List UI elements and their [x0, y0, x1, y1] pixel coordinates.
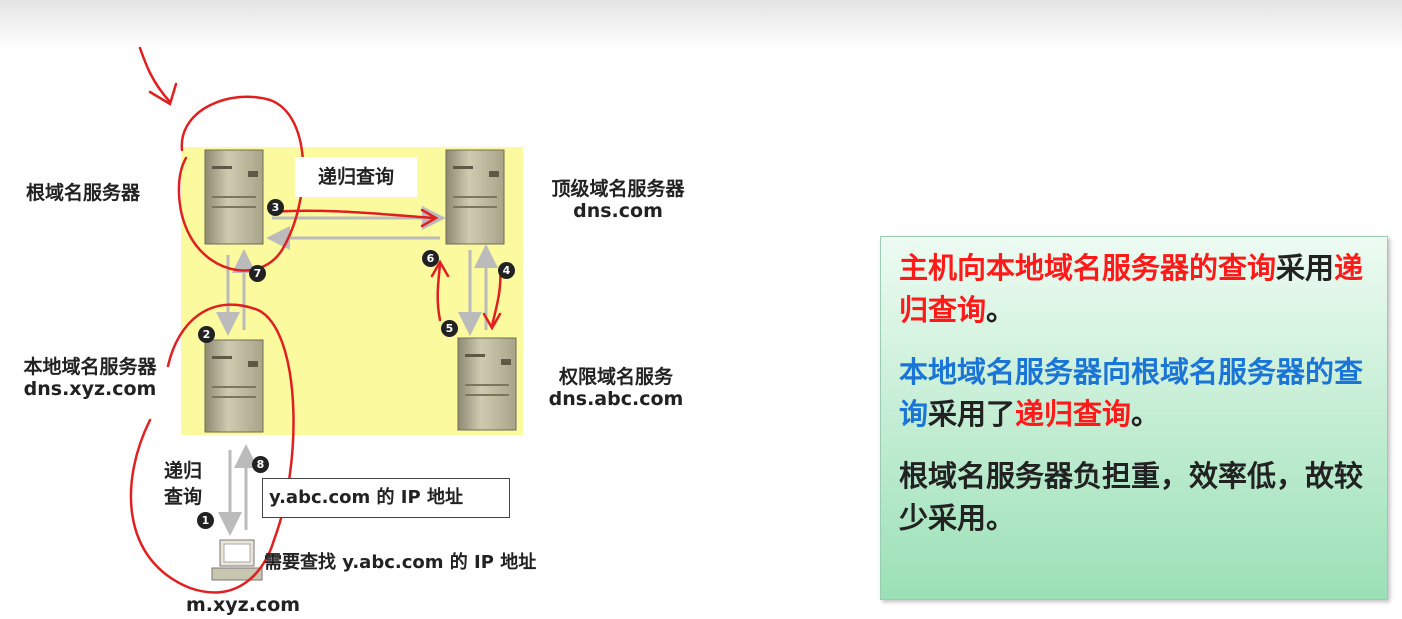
- side-recursive-label: 递归 查询: [164, 458, 202, 510]
- info-p2-red: 递归查询: [1015, 397, 1132, 431]
- step-7-badge: 7: [249, 265, 266, 282]
- step-4-badge: 4: [498, 262, 515, 279]
- step-1-badge: 1: [197, 512, 214, 529]
- info-p1-end: 。: [986, 293, 1016, 327]
- tld-server-name: 顶级域名服务器: [551, 178, 685, 200]
- info-paragraph-3: 根域名服务器负担重，效率低，故较少采用。: [899, 459, 1364, 535]
- info-p1-highlight: 主机向本地域名服务器的查询: [899, 251, 1277, 285]
- info-paragraph-2: 本地域名服务器向根域名服务器的查询采用了递归查询。: [899, 351, 1373, 435]
- info-p2-text: 采用了: [928, 397, 1016, 431]
- ip-result-box: y.abc.com 的 IP 地址: [262, 478, 510, 518]
- side-label-line2: 查询: [164, 486, 203, 508]
- info-p2-end: 。: [1131, 397, 1161, 431]
- root-server-icon: [204, 149, 264, 245]
- recursive-query-tag: 递归查询: [295, 157, 417, 197]
- root-server-label: 根域名服务器: [26, 182, 141, 204]
- step-8-badge: 8: [252, 456, 269, 473]
- tld-server-icon: [445, 149, 505, 245]
- side-label-line1: 递归: [164, 460, 203, 482]
- step-3-badge: 3: [267, 199, 284, 216]
- host-domain-label: m.xyz.com: [186, 594, 301, 616]
- auth-server-domain: dns.abc.com: [548, 388, 684, 410]
- local-server-domain: dns.xyz.com: [23, 378, 157, 400]
- tld-server-domain: dns.com: [573, 200, 663, 222]
- info-paragraph-1: 主机向本地域名服务器的查询采用递归查询。: [899, 247, 1373, 331]
- auth-server-icon: [457, 337, 517, 431]
- info-p1-text: 采用: [1276, 251, 1335, 285]
- tld-server-label: 顶级域名服务器 dns.com: [528, 178, 708, 222]
- host-request-label: 需要查找 y.abc.com 的 IP 地址: [264, 552, 537, 573]
- step-5-badge: 5: [441, 320, 458, 337]
- step-2-badge: 2: [198, 326, 215, 343]
- step-6-badge: 6: [422, 250, 439, 267]
- local-server-icon: [204, 339, 264, 433]
- info-box: 主机向本地域名服务器的查询采用递归查询。 本地域名服务器向根域名服务器的查询采用…: [880, 236, 1388, 600]
- local-server-name: 本地域名服务器: [23, 356, 157, 378]
- local-server-label: 本地域名服务器 dns.xyz.com: [0, 356, 180, 400]
- auth-server-label: 权限域名服务 dns.abc.com: [526, 366, 706, 410]
- auth-server-name: 权限域名服务: [558, 366, 673, 388]
